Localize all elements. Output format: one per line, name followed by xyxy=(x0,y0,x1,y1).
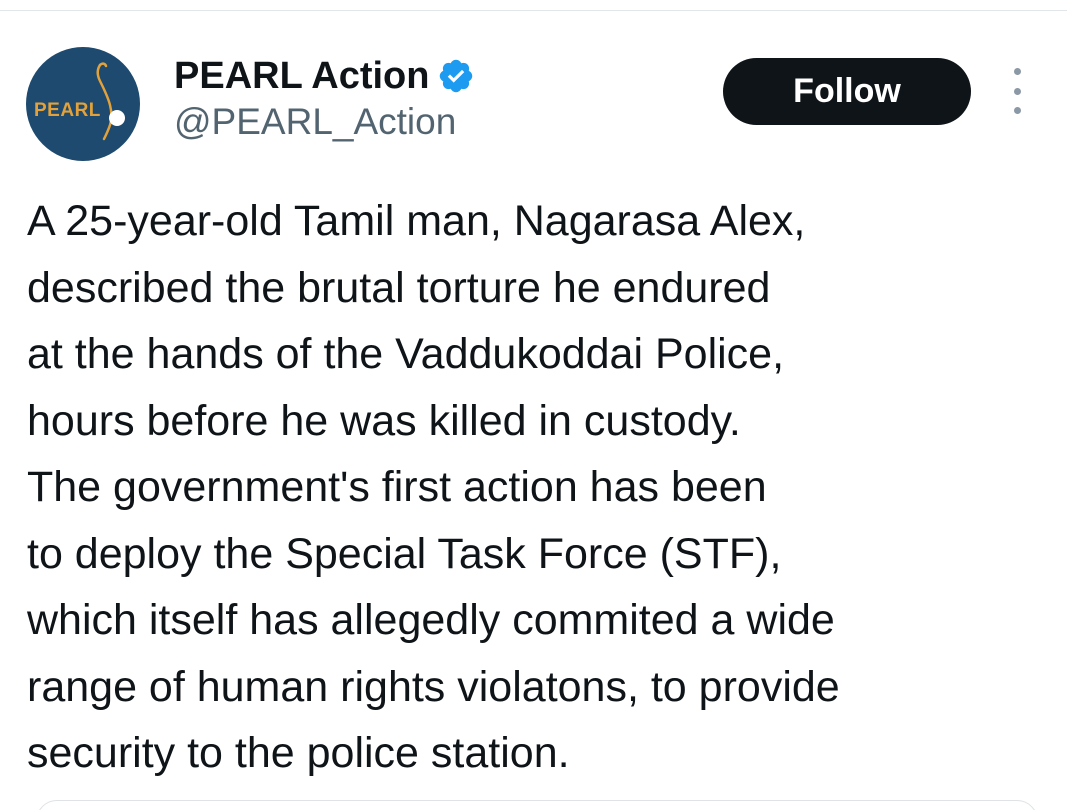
tweet-line: which itself has allegedly commited a wi… xyxy=(27,596,835,644)
tweet-text: A 25-year-old Tamil man, Nagarasa Alex, … xyxy=(27,188,1057,787)
author-name-row: PEARL Action xyxy=(174,53,475,99)
more-dot xyxy=(1013,107,1021,114)
tweet-line: at the hands of the Vaddukoddai Police, xyxy=(27,330,785,378)
avatar[interactable]: PEARL xyxy=(26,47,140,161)
tweet-line: security to the police station. xyxy=(27,729,570,777)
tweet-line: A 25-year-old Tamil man, Nagarasa Alex, xyxy=(27,197,806,245)
tweet-line: The government's first action has been xyxy=(27,463,767,511)
tweet-line: hours before he was killed in custody. xyxy=(27,396,741,445)
more-dot xyxy=(1013,87,1021,95)
more-vertical-icon[interactable] xyxy=(1000,68,1034,114)
tweet-line: described the brutal torture he endured xyxy=(27,263,771,312)
more-dot xyxy=(1013,68,1021,75)
display-name[interactable]: PEARL Action xyxy=(174,55,429,98)
top-divider xyxy=(0,10,1067,11)
tweet-line: to deploy the Special Task Force (STF), xyxy=(27,529,782,578)
media-card-edge[interactable] xyxy=(36,800,1038,810)
avatar-logo-text: PEARL xyxy=(34,100,101,121)
verified-badge-icon[interactable] xyxy=(437,57,475,95)
user-handle[interactable]: @PEARL_Action xyxy=(174,101,456,143)
follow-button[interactable]: Follow xyxy=(723,58,971,125)
tweet-line: range of human rights violatons, to prov… xyxy=(27,662,840,711)
